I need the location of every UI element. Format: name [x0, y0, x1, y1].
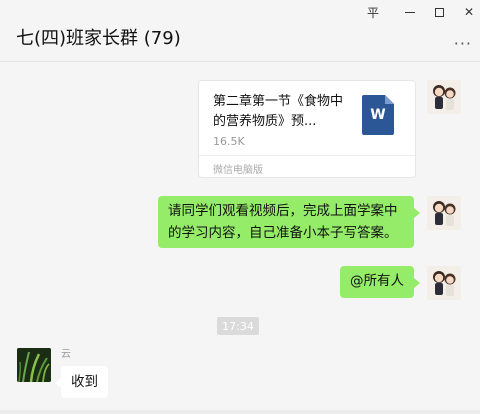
avatar[interactable]	[427, 80, 461, 114]
avatar-image	[427, 80, 461, 114]
minimize-icon[interactable]	[398, 2, 422, 22]
title-bar: 七(四)班家长群 (79) 平 ✕ ···	[0, 0, 480, 62]
avatar-image	[427, 196, 461, 230]
close-glyph: ✕	[463, 5, 475, 19]
avatar[interactable]	[427, 266, 461, 300]
close-icon[interactable]: ✕	[457, 2, 480, 22]
maximize-box	[434, 7, 444, 17]
more-options-icon[interactable]: ···	[454, 34, 472, 53]
file-message[interactable]: 第二章第一节《食物中的营养物质》预... 16.5K W 微信电脑版	[198, 80, 416, 178]
sender-name: 云	[61, 349, 71, 360]
word-letter: W	[370, 107, 386, 123]
word-file-icon: W	[362, 95, 394, 135]
maximize-icon[interactable]	[427, 2, 451, 22]
avatar[interactable]	[17, 348, 51, 382]
pin-glyph: 平	[366, 5, 379, 20]
message-bubble[interactable]: 请同学们观看视频后，完成上面学案中的学习内容，自己准备小本子写答案。	[158, 196, 420, 248]
message-bubble[interactable]: @所有人	[340, 266, 420, 298]
avatar-image	[17, 348, 51, 382]
file-size: 16.5K	[213, 135, 245, 148]
file-source: 微信电脑版	[213, 165, 263, 176]
file-name: 第二章第一节《食物中的营养物质》预...	[213, 94, 344, 129]
avatar[interactable]	[427, 196, 461, 230]
message-bubble[interactable]: 收到	[55, 366, 108, 398]
input-area-edge	[0, 410, 480, 414]
minimize-line	[405, 11, 415, 13]
chat-title: 七(四)班家长群 (79)	[16, 28, 181, 49]
pin-icon[interactable]: 平	[361, 2, 385, 22]
divider	[199, 155, 415, 156]
avatar-image	[427, 266, 461, 300]
timestamp: 17:34	[217, 317, 259, 335]
